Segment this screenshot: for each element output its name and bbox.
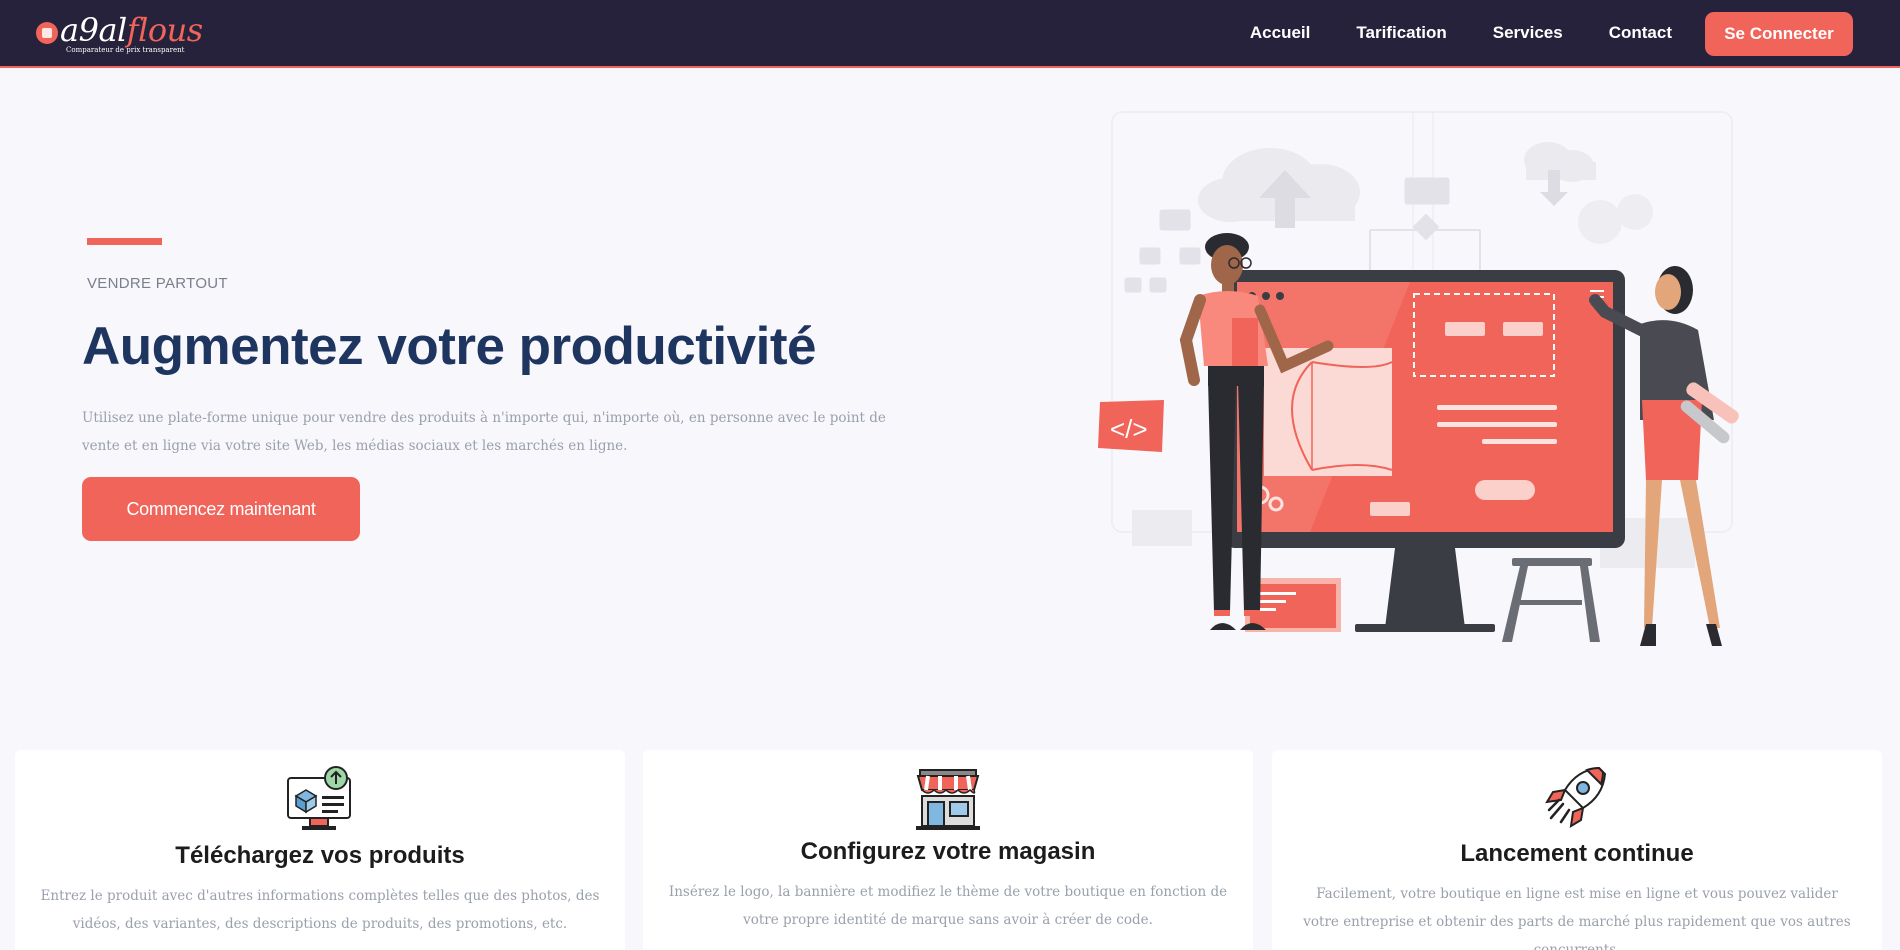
- feature-card: Configurez votre magasin Insérez le logo…: [643, 750, 1253, 950]
- stool: [1502, 558, 1600, 642]
- brand-logo[interactable]: a9alflous Comparateur de prix transparen…: [36, 12, 216, 58]
- cloud-download-icon: [1524, 142, 1596, 206]
- nav-link-contact[interactable]: Contact: [1609, 23, 1672, 43]
- feature-title: Configurez votre magasin: [800, 838, 1096, 865]
- monitor-screen: [1225, 270, 1625, 632]
- storefront-icon: [916, 769, 980, 830]
- feature-description: Entrez le produit avec d'autres informat…: [40, 888, 600, 932]
- cloud-upload-icon: [1198, 148, 1360, 228]
- nav-link-accueil[interactable]: Accueil: [1250, 23, 1310, 43]
- brand-name-part1: a9al: [60, 11, 127, 49]
- feature-card: Lancement continue Facilement, votre bou…: [1272, 750, 1882, 950]
- hero-title: Augmentez votre productivité: [82, 317, 816, 376]
- rocket-icon: [1545, 766, 1607, 828]
- get-started-button[interactable]: Commencez maintenant: [82, 477, 360, 541]
- hero-description: Utilisez une plate-forme unique pour ven…: [82, 410, 886, 454]
- hero-eyebrow: VENDRE PARTOUT: [87, 275, 228, 292]
- monitor-upload-icon: [287, 766, 351, 830]
- feature-description: Facilement, votre boutique en ligne est …: [1303, 886, 1851, 950]
- nav-link-services[interactable]: Services: [1493, 23, 1563, 43]
- hero-illustration: </>: [1098, 111, 1739, 646]
- feature-title: Téléchargez vos produits: [175, 842, 465, 869]
- brand-name-part2: flous: [126, 11, 203, 49]
- top-navbar: a9alflous Comparateur de prix transparen…: [0, 0, 1900, 68]
- nav-link-tarification[interactable]: Tarification: [1356, 23, 1446, 43]
- main-nav: Accueil Tarification Services Contact: [1250, 0, 1672, 66]
- svg-text:</>: </>: [1110, 414, 1148, 444]
- logo-badge-icon: [36, 22, 58, 44]
- feature-description: Insérez le logo, la bannière et modifiez…: [668, 884, 1228, 928]
- feature-card: Téléchargez vos produits Entrez le produ…: [15, 750, 625, 950]
- hero-accent-bar: [87, 238, 162, 245]
- login-button[interactable]: Se Connecter: [1705, 12, 1853, 56]
- brand-name: a9alflous: [60, 12, 203, 48]
- brand-tagline: Comparateur de prix transparent: [66, 46, 185, 54]
- feature-title: Lancement continue: [1460, 840, 1694, 867]
